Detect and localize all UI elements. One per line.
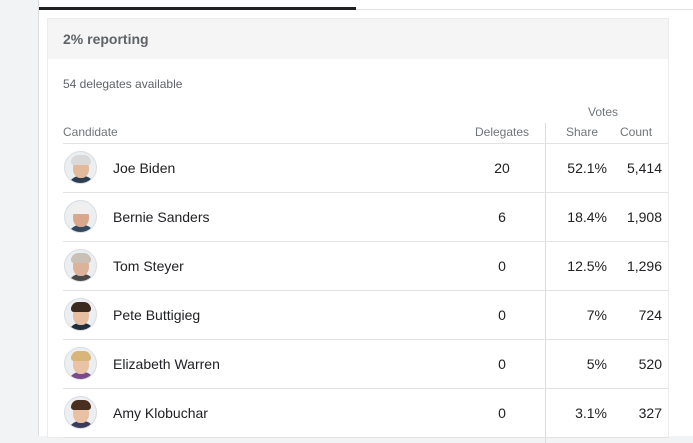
table-row[interactable]: Pete Buttigieg 0 7% 724 [63,291,669,340]
count-column-header: Count [620,125,653,139]
delegates-available: 54 delegates available [63,77,183,91]
table-row[interactable]: Amy Klobuchar 0 3.1% 327 [63,389,669,438]
avatar-hair [71,253,91,263]
candidate-avatar [64,347,97,380]
avatar-hair [71,155,91,165]
tab-strip [39,0,693,10]
candidate-vote-share: 5% [586,356,607,372]
candidate-vote-share: 3.1% [575,405,607,421]
candidate-name[interactable]: Joe Biden [113,160,175,176]
candidate-vote-count: 724 [638,307,662,323]
candidate-avatar [64,249,97,282]
candidate-delegates: 0 [498,405,506,421]
candidate-vote-share: 12.5% [567,258,607,274]
avatar-hair [71,351,91,361]
candidate-vote-share: 7% [586,307,607,323]
candidate-avatar [64,200,97,233]
active-tab-indicator [39,7,356,10]
candidate-name[interactable]: Tom Steyer [113,258,184,274]
table-row[interactable]: Bernie Sanders 6 18.4% 1,908 [63,193,669,242]
candidate-name[interactable]: Elizabeth Warren [113,356,220,372]
candidate-vote-share: 18.4% [567,209,607,225]
candidate-avatar [64,396,97,429]
candidate-delegates: 6 [498,209,506,225]
results-table: Joe Biden 20 52.1% 5,414 Bernie Sanders 6 18.4… [63,143,669,438]
candidate-vote-count: 520 [638,356,662,372]
candidate-name[interactable]: Amy Klobuchar [113,405,208,421]
table-row[interactable]: Joe Biden 20 52.1% 5,414 [63,144,669,193]
candidate-column-header: Candidate [63,125,118,139]
results-card: 2% reporting 54 delegates available Vote… [47,18,669,443]
avatar-hair [71,204,91,214]
candidate-avatar [64,151,97,184]
share-column-header: Share [566,125,599,139]
reporting-header: 2% reporting [48,19,668,59]
table-row[interactable]: Tom Steyer 0 12.5% 1,296 [63,242,669,291]
candidate-vote-count: 1,908 [626,209,662,225]
results-frame: 2% reporting 54 delegates available Vote… [38,0,693,443]
candidate-name[interactable]: Bernie Sanders [113,209,210,225]
avatar-hair [71,302,91,312]
candidate-name[interactable]: Pete Buttigieg [113,307,200,323]
candidate-vote-count: 5,414 [626,160,662,176]
candidate-avatar [64,298,97,331]
candidate-vote-count: 327 [638,405,662,421]
candidate-vote-share: 52.1% [567,160,607,176]
votes-column-group: Votes [588,105,619,119]
candidate-delegates: 0 [498,258,506,274]
avatar-hair [71,400,91,410]
candidate-delegates: 0 [498,307,506,323]
candidate-vote-count: 1,296 [626,258,662,274]
table-row[interactable]: Elizabeth Warren 0 5% 520 [63,340,669,389]
delegates-column-header: Delegates [475,125,530,139]
reporting-status: 2% reporting [63,31,149,47]
candidate-delegates: 20 [494,160,510,176]
candidate-delegates: 0 [498,356,506,372]
